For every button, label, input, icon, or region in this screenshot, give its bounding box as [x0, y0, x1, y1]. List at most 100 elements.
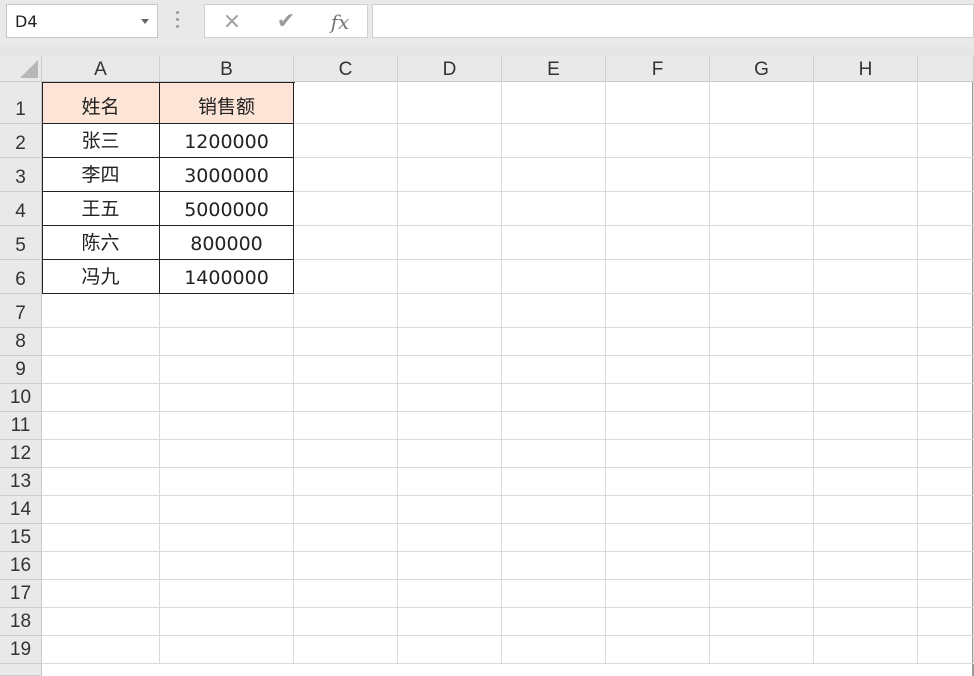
cell[interactable]	[918, 552, 974, 580]
cell[interactable]	[160, 412, 294, 440]
cell[interactable]: 1400000	[160, 260, 294, 294]
cell[interactable]	[42, 468, 160, 496]
cell[interactable]	[918, 124, 974, 158]
cell[interactable]	[502, 552, 606, 580]
cell[interactable]	[710, 608, 814, 636]
cell[interactable]	[502, 260, 606, 294]
cell[interactable]: 张三	[42, 124, 160, 158]
row-header-17[interactable]: 17	[0, 580, 42, 608]
cell[interactable]	[398, 608, 502, 636]
cell[interactable]	[502, 636, 606, 664]
cell[interactable]	[918, 260, 974, 294]
cell[interactable]	[502, 384, 606, 412]
cell[interactable]	[710, 192, 814, 226]
row-header-4[interactable]: 4	[0, 192, 42, 226]
cell[interactable]	[398, 260, 502, 294]
cell[interactable]	[606, 468, 710, 496]
row-header-10[interactable]: 10	[0, 384, 42, 412]
cell[interactable]	[710, 412, 814, 440]
column-header-b[interactable]: B	[160, 56, 294, 82]
cell[interactable]	[160, 468, 294, 496]
cell[interactable]	[814, 192, 918, 226]
row-header-8[interactable]: 8	[0, 328, 42, 356]
cell[interactable]	[398, 524, 502, 552]
cell[interactable]	[918, 82, 974, 124]
cell[interactable]	[814, 440, 918, 468]
cell[interactable]	[606, 440, 710, 468]
cell[interactable]	[710, 328, 814, 356]
cell[interactable]	[606, 82, 710, 124]
cell[interactable]	[918, 440, 974, 468]
row-header-2[interactable]: 2	[0, 124, 42, 158]
cell[interactable]	[42, 328, 160, 356]
cell[interactable]	[814, 552, 918, 580]
column-header-a[interactable]: A	[42, 56, 160, 82]
cell[interactable]	[398, 440, 502, 468]
row-header-partial[interactable]	[0, 664, 42, 676]
cell[interactable]	[294, 158, 398, 192]
cell[interactable]: 3000000	[160, 158, 294, 192]
cell[interactable]	[42, 294, 160, 328]
cell[interactable]	[918, 580, 974, 608]
cell[interactable]	[606, 124, 710, 158]
cell[interactable]	[398, 636, 502, 664]
cell[interactable]	[918, 226, 974, 260]
cell[interactable]	[294, 226, 398, 260]
cell[interactable]	[294, 260, 398, 294]
cell[interactable]	[606, 294, 710, 328]
cell[interactable]	[42, 496, 160, 524]
cell[interactable]	[294, 82, 398, 124]
cell[interactable]	[502, 82, 606, 124]
cell[interactable]	[710, 496, 814, 524]
column-header-g[interactable]: G	[710, 56, 814, 82]
row-header-15[interactable]: 15	[0, 524, 42, 552]
cell[interactable]	[502, 468, 606, 496]
row-header-9[interactable]: 9	[0, 356, 42, 384]
cell[interactable]	[294, 440, 398, 468]
cell[interactable]	[398, 412, 502, 440]
cell[interactable]: 陈六	[42, 226, 160, 260]
cell[interactable]: 王五	[42, 192, 160, 226]
cell[interactable]	[918, 356, 974, 384]
cell[interactable]	[160, 496, 294, 524]
cell[interactable]	[294, 294, 398, 328]
cell[interactable]	[606, 412, 710, 440]
row-header-11[interactable]: 11	[0, 412, 42, 440]
cell[interactable]	[502, 580, 606, 608]
cell[interactable]	[814, 356, 918, 384]
row-header-18[interactable]: 18	[0, 608, 42, 636]
cell[interactable]	[606, 384, 710, 412]
cell[interactable]	[606, 226, 710, 260]
row-header-12[interactable]: 12	[0, 440, 42, 468]
row-header-19[interactable]: 19	[0, 636, 42, 664]
enter-icon[interactable]: ✔	[271, 9, 301, 34]
cell[interactable]	[814, 468, 918, 496]
column-header-d[interactable]: D	[398, 56, 502, 82]
cell[interactable]	[294, 412, 398, 440]
cell[interactable]	[502, 608, 606, 636]
cell[interactable]	[606, 552, 710, 580]
cell[interactable]	[918, 158, 974, 192]
cell[interactable]	[814, 496, 918, 524]
cell[interactable]	[294, 384, 398, 412]
cell[interactable]	[398, 356, 502, 384]
cell[interactable]	[502, 294, 606, 328]
cell[interactable]	[606, 192, 710, 226]
cell[interactable]: 冯九	[42, 260, 160, 294]
cell[interactable]: 姓名	[42, 82, 160, 124]
cancel-icon[interactable]: ×	[217, 9, 247, 34]
cell[interactable]	[814, 226, 918, 260]
cell[interactable]	[814, 580, 918, 608]
row-header-13[interactable]: 13	[0, 468, 42, 496]
cell[interactable]	[814, 608, 918, 636]
cell[interactable]	[710, 440, 814, 468]
row-header-6[interactable]: 6	[0, 260, 42, 294]
cell[interactable]	[160, 384, 294, 412]
cell[interactable]	[606, 496, 710, 524]
cell[interactable]	[710, 356, 814, 384]
cell[interactable]	[918, 384, 974, 412]
cell[interactable]	[710, 260, 814, 294]
cell[interactable]	[502, 192, 606, 226]
cell[interactable]	[398, 496, 502, 524]
cell[interactable]	[294, 192, 398, 226]
